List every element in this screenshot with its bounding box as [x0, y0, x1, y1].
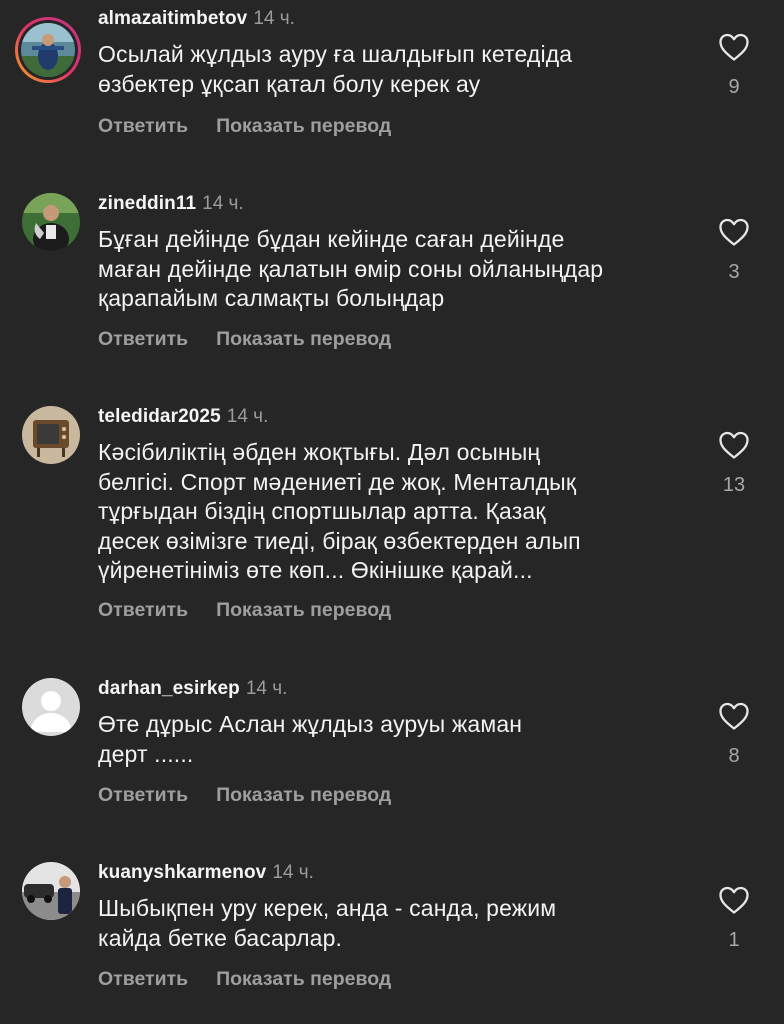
- comment-username[interactable]: teledidar2025: [98, 406, 221, 427]
- reply-button[interactable]: Ответить: [98, 115, 188, 137]
- comment-timestamp: 14 ч.: [253, 8, 295, 29]
- reply-button[interactable]: Ответить: [98, 784, 188, 806]
- like-count: 1: [728, 929, 740, 951]
- avatar[interactable]: [22, 406, 80, 464]
- comment-text-line: Бұған дейінде бұдан кейінде саған дейінд…: [98, 226, 565, 252]
- avatar[interactable]: [22, 678, 80, 736]
- comment-text-line: дерт ......: [98, 740, 194, 767]
- show-translation-button[interactable]: Показать перевод: [216, 328, 391, 350]
- like-count: 8: [728, 745, 740, 767]
- comment-text-line: өзбектер ұқсап қатал болу керек ау: [98, 70, 481, 97]
- comment-username[interactable]: kuanyshkarmenov: [98, 862, 266, 883]
- comment-text-line: Шыбықпен уру керек, анда - санда, режим: [98, 895, 557, 921]
- avatar[interactable]: [22, 862, 80, 920]
- comment-timestamp: 14 ч.: [202, 193, 244, 214]
- heart-outline-icon[interactable]: [718, 701, 750, 731]
- heart-outline-icon[interactable]: [718, 217, 750, 247]
- comment-text-line: Кәсібиліктің әбден жоқтығы. Дәл осының: [98, 439, 541, 465]
- comment-text: Өте дұрыс Аслан жұлдыз ауруы жаман дерт …: [98, 710, 698, 769]
- comment-username[interactable]: zineddin11: [98, 193, 196, 214]
- comment-timestamp: 14 ч.: [272, 862, 314, 883]
- comment-text-line: үйренетініміз өте көп... Өкінішке қарай.…: [98, 557, 533, 583]
- comment-username[interactable]: almazaitimbetov: [98, 8, 247, 29]
- show-translation-button[interactable]: Показать перевод: [216, 784, 391, 806]
- reply-button[interactable]: Ответить: [98, 968, 188, 990]
- comment-text-line: маған дейінде қалатын өмір соны ойланыңд…: [98, 255, 604, 282]
- heart-outline-icon[interactable]: [718, 32, 750, 62]
- comment-text-line: кайда бетке басарлар.: [98, 924, 343, 951]
- comment-text: Шыбықпен уру керек, анда - санда, режим …: [98, 894, 698, 953]
- comment-text-line: Осылай жұлдыз ауру ға шалдығып кетедіда: [98, 41, 573, 67]
- comment-username[interactable]: darhan_esirkep: [98, 678, 240, 699]
- show-translation-button[interactable]: Показать перевод: [216, 968, 391, 990]
- heart-outline-icon[interactable]: [718, 430, 750, 460]
- show-translation-button[interactable]: Показать перевод: [216, 599, 391, 621]
- like-count: 9: [728, 76, 740, 98]
- comment-text: Осылай жұлдыз ауру ға шалдығып кетедіда …: [98, 40, 698, 99]
- comment-timestamp: 14 ч.: [245, 678, 288, 699]
- comment-text-line: десек өзімізге тиеді, бірақ өзбектерден …: [98, 527, 581, 554]
- comment-text-line: Өте дұрыс Аслан жұлдыз ауруы жаман: [98, 711, 523, 737]
- reply-button[interactable]: Ответить: [98, 328, 188, 350]
- comment-timestamp: 14 ч.: [226, 406, 269, 427]
- heart-outline-icon[interactable]: [718, 885, 750, 915]
- comment-text-line: тұрғыдан біздің спортшылар артта. Қазақ: [98, 498, 546, 524]
- comment-text-line: белгісі. Спорт мәдениеті де жоқ. Менталд…: [98, 468, 577, 495]
- show-translation-button[interactable]: Показать перевод: [216, 115, 391, 137]
- reply-button[interactable]: Ответить: [98, 599, 188, 621]
- like-count: 13: [722, 474, 746, 496]
- comment-text-line: қарапайым салмақты болыңдар: [98, 285, 445, 311]
- comment-text: Кәсібиліктің әбден жоқтығы. Дәл осының б…: [98, 438, 698, 586]
- avatar[interactable]: [22, 193, 80, 251]
- like-count: 3: [728, 261, 740, 283]
- default-avatar-icon: [22, 678, 80, 736]
- comment-text: Бұған дейінде бұдан кейінде саған дейінд…: [98, 225, 698, 314]
- avatar[interactable]: [14, 16, 82, 84]
